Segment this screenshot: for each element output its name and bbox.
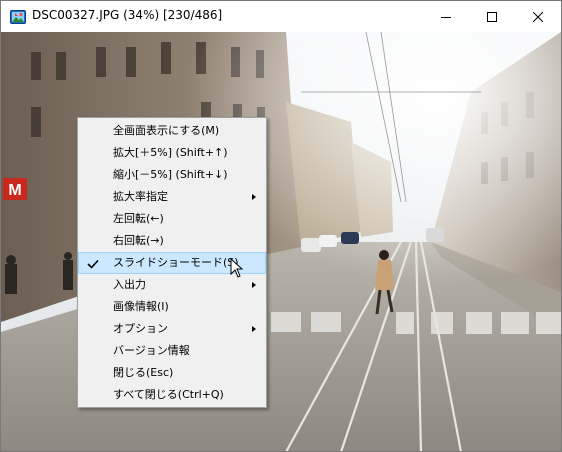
menu-item-label: バージョン情報 [113, 344, 190, 357]
menu-item-fullscreen[interactable]: 全画面表示にする(M) [78, 120, 266, 142]
maximize-button[interactable] [469, 1, 515, 32]
menu-item-close-all[interactable]: すべて閉じる(Ctrl+Q) [78, 384, 266, 406]
menu-item-version[interactable]: バージョン情報 [78, 340, 266, 362]
metro-sign: M [8, 182, 21, 199]
checkmark-icon [87, 259, 99, 269]
menu-item-label: 拡大率指定 [113, 190, 168, 203]
menu-item-label: すべて閉じる(Ctrl+Q) [113, 388, 224, 401]
menu-item-label: 縮小[－5%] (Shift+↓) [113, 168, 228, 181]
submenu-arrow-icon [252, 326, 256, 332]
title-bar[interactable]: DSC00327.JPG (34%) [230/486] [1, 1, 561, 32]
image-viewer-app-icon [10, 10, 26, 24]
menu-item-label: オプション [113, 322, 168, 335]
menu-item-label: スライドショーモード(S) [113, 256, 239, 269]
mouse-cursor-icon [230, 258, 244, 278]
window-title: DSC00327.JPG (34%) [230/486] [32, 8, 223, 22]
submenu-arrow-icon [252, 282, 256, 288]
image-view[interactable]: M 全画面表示にする(M) 拡大[＋5%] (Shift+↑) 縮小[－5%] … [1, 32, 561, 451]
menu-item-label: 画像情報(I) [113, 300, 169, 313]
menu-item-zoom-in[interactable]: 拡大[＋5%] (Shift+↑) [78, 142, 266, 164]
maximize-icon [487, 11, 497, 22]
menu-item-label: 入出力 [113, 278, 146, 291]
menu-item-zoom-out[interactable]: 縮小[－5%] (Shift+↓) [78, 164, 266, 186]
menu-item-close[interactable]: 閉じる(Esc) [78, 362, 266, 384]
menu-item-rotate-right[interactable]: 右回転(→) [78, 230, 266, 252]
menu-item-label: 左回転(←) [113, 212, 164, 225]
menu-item-rotate-left[interactable]: 左回転(←) [78, 208, 266, 230]
menu-item-label: 右回転(→) [113, 234, 164, 247]
menu-item-image-info[interactable]: 画像情報(I) [78, 296, 266, 318]
close-button[interactable] [515, 1, 561, 32]
minimize-icon [441, 16, 451, 18]
menu-item-zoom-level[interactable]: 拡大率指定 [78, 186, 266, 208]
menu-item-label: 全画面表示にする(M) [113, 124, 220, 137]
minimize-button[interactable] [423, 1, 469, 32]
menu-item-label: 拡大[＋5%] (Shift+↑) [113, 146, 228, 159]
menu-item-label: 閉じる(Esc) [113, 366, 174, 379]
close-icon [533, 11, 543, 22]
submenu-arrow-icon [252, 194, 256, 200]
app-window: DSC00327.JPG (34%) [230/486] M 全画面表示にする(… [0, 0, 562, 452]
menu-item-options[interactable]: オプション [78, 318, 266, 340]
